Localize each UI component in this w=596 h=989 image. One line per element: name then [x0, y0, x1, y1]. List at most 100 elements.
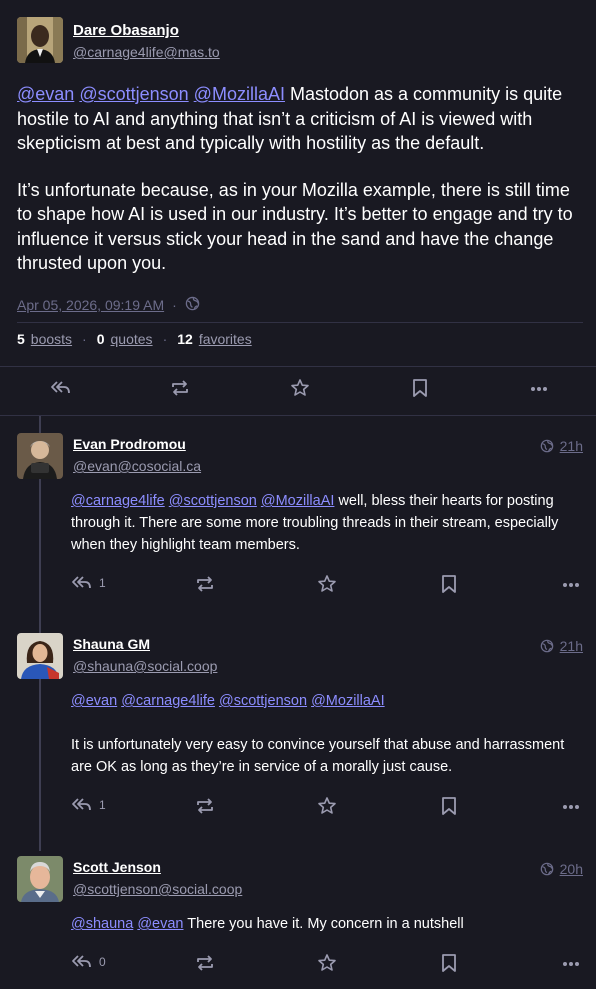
post-content: @evan @carnage4life @scottjenson @Mozill… [71, 690, 583, 800]
reply-all-icon [72, 798, 91, 811]
post-date[interactable]: Apr 05, 2026, 09:19 AM [17, 297, 164, 313]
divider [17, 322, 583, 323]
boost-icon [197, 798, 213, 814]
bookmark-button[interactable] [440, 574, 458, 594]
mention-link[interactable]: @evan [71, 693, 117, 709]
mention-link[interactable]: @scottjenson [219, 693, 307, 709]
post-content: @carnage4life @scottjenson @MozillaAI we… [71, 490, 583, 578]
author-handle[interactable]: @scottjenson@social.coop [73, 881, 242, 897]
relative-time[interactable]: 21h [560, 638, 583, 654]
stat-separator: · [82, 331, 87, 347]
mention-link[interactable]: @carnage4life [71, 493, 165, 509]
stat-separator: · [162, 331, 168, 347]
reply-all-icon [72, 955, 91, 968]
divider [0, 366, 596, 367]
author-handle[interactable]: @shauna@social.coop [73, 658, 217, 674]
reply-count: 0 [99, 955, 106, 969]
mention-link[interactable]: @scottjenson [79, 84, 188, 104]
quotes-link[interactable]: quotes [111, 331, 153, 347]
globe-icon [540, 439, 553, 453]
star-icon [318, 954, 336, 971]
bookmark-icon [413, 379, 427, 397]
reply-count: 1 [99, 576, 106, 590]
more-icon [531, 387, 547, 391]
mention-link[interactable]: @MozillaAI [194, 84, 285, 104]
mention-link[interactable]: @scottjenson [169, 493, 257, 509]
bookmark-button[interactable] [440, 796, 458, 816]
bookmark-icon [442, 575, 456, 593]
globe-icon [540, 639, 553, 653]
mention-link[interactable]: @MozillaAI [311, 693, 385, 709]
avatar[interactable] [17, 856, 63, 902]
favorite-button[interactable] [317, 574, 337, 594]
post-time[interactable]: 20h [540, 861, 583, 877]
relative-time[interactable]: 21h [560, 438, 583, 454]
mention-link[interactable]: @evan [137, 916, 183, 932]
post-text: There you have it. My concern in a nutsh… [183, 916, 464, 932]
reply-post: Scott Jenson @scottjenson@social.coop 20… [0, 839, 596, 989]
author-handle[interactable]: @carnage4life@mas.to [73, 44, 220, 60]
boost-icon [197, 576, 213, 592]
boost-button[interactable] [195, 953, 215, 973]
mention-link[interactable]: @MozillaAI [261, 493, 335, 509]
mention-link[interactable]: @shauna [71, 916, 133, 932]
post-paragraph: It is unfortunately very easy to convinc… [71, 737, 565, 775]
author-name[interactable]: Scott Jenson [73, 859, 161, 875]
post-paragraph: @carnage4life @scottjenson @MozillaAI we… [71, 490, 583, 556]
reply-post: Evan Prodromou @evan@cosocial.ca 21h @ca… [0, 416, 596, 616]
post-paragraph: @evan @scottjenson @MozillaAI Mastodon a… [17, 82, 583, 156]
more-icon [563, 805, 579, 809]
bookmark-button[interactable] [440, 953, 458, 973]
globe-icon [540, 862, 553, 876]
reply-all-button[interactable]: 1 [71, 795, 106, 815]
favorites-link[interactable]: favorites [199, 331, 252, 347]
relative-time[interactable]: 20h [560, 861, 583, 877]
boosts-count: 5 [17, 331, 25, 347]
post-paragraph: It’s unfortunate because, as in your Moz… [17, 179, 573, 274]
author-name[interactable]: Evan Prodromou [73, 436, 186, 452]
favorites-count: 12 [177, 331, 193, 347]
mention-link[interactable]: @carnage4life [121, 693, 215, 709]
more-button[interactable] [561, 574, 581, 594]
mention-link[interactable]: @evan [17, 84, 74, 104]
boost-icon [197, 955, 213, 971]
author-name[interactable]: Dare Obasanjo [73, 22, 179, 39]
boost-button[interactable] [195, 574, 215, 594]
meta-separator: · [172, 297, 177, 313]
post-content: @shauna @evan There you have it. My conc… [71, 913, 583, 957]
favorite-button[interactable] [317, 953, 337, 973]
reply-all-button[interactable]: 1 [71, 573, 106, 593]
more-button[interactable] [529, 378, 549, 398]
bookmark-icon [442, 797, 456, 815]
quotes-count: 0 [96, 331, 105, 347]
reply-post: Shauna GM @shauna@social.coop 21h @evan … [0, 616, 596, 839]
avatar[interactable] [17, 433, 63, 479]
reply-all-button[interactable]: 0 [71, 952, 106, 972]
boost-button[interactable] [195, 796, 215, 816]
boost-icon [172, 380, 188, 396]
boost-button[interactable] [170, 378, 190, 398]
reply-all-button[interactable] [50, 378, 72, 398]
star-icon [318, 797, 336, 814]
star-icon [318, 575, 336, 592]
more-button[interactable] [561, 953, 581, 973]
post-meta: Apr 05, 2026, 09:19 AM · [17, 296, 200, 314]
reply-all-icon [51, 381, 70, 394]
avatar[interactable] [17, 17, 63, 63]
favorite-button[interactable] [290, 378, 310, 398]
post-paragraph: @evan @carnage4life @scottjenson @Mozill… [71, 690, 583, 712]
reply-all-icon [72, 576, 91, 589]
author-name[interactable]: Shauna GM [73, 636, 150, 652]
more-button[interactable] [561, 796, 581, 816]
globe-icon [185, 296, 200, 314]
star-icon [291, 379, 309, 396]
bookmark-button[interactable] [411, 378, 429, 398]
favorite-button[interactable] [317, 796, 337, 816]
avatar[interactable] [17, 633, 63, 679]
post-paragraph: @shauna @evan There you have it. My conc… [71, 913, 583, 935]
author-handle[interactable]: @evan@cosocial.ca [73, 458, 201, 474]
post-time[interactable]: 21h [540, 438, 583, 454]
post-stats: 5 boosts · 0 quotes · 12 favorites [17, 331, 252, 347]
post-time[interactable]: 21h [540, 638, 583, 654]
boosts-link[interactable]: boosts [31, 331, 72, 347]
